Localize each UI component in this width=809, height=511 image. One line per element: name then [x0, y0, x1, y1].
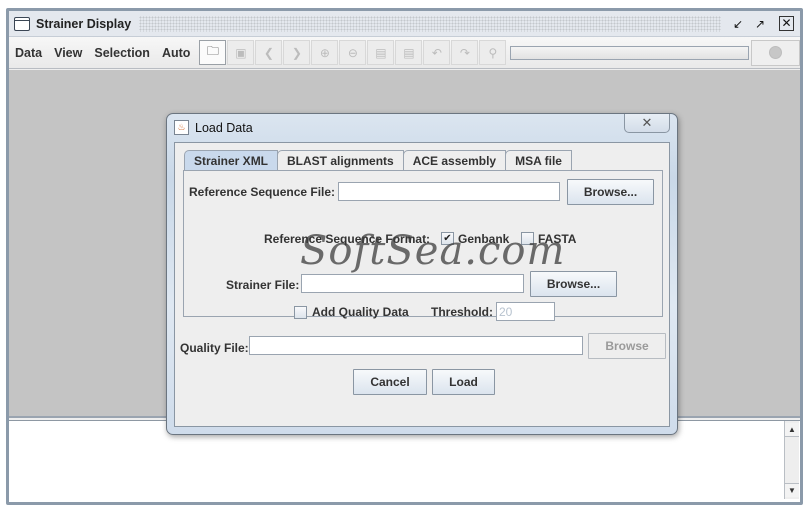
dialog-body: Strainer XML BLAST alignments ACE assemb… [174, 142, 670, 427]
back-icon: ❮ [263, 45, 274, 60]
strainer-browse-button[interactable]: Browse... [530, 271, 617, 297]
add-quality-checkbox[interactable] [294, 306, 307, 319]
zoom-out-icon: ⊖ [347, 45, 358, 60]
tab-strainer-xml[interactable]: Strainer XML [184, 150, 279, 171]
cancel-button[interactable]: Cancel [353, 369, 427, 395]
fasta-label: FASTA [538, 232, 577, 246]
undo-icon: ↶ [431, 45, 442, 60]
binoculars-button[interactable]: ⚲ [479, 40, 507, 65]
document-add-button[interactable]: ▤ [395, 40, 423, 65]
java-icon: ♨ [174, 120, 189, 135]
forward-icon: ❯ [291, 45, 302, 60]
reference-browse-button[interactable]: Browse... [567, 179, 654, 205]
toolbar-buttons: 🗀 ▣ ❮ ❯ ⊕ ⊖ ▤ ▤ ↶ ↷ ⚲ [199, 40, 507, 65]
strainer-file-label: Strainer File: [226, 278, 300, 292]
scroll-up-icon[interactable]: ▲ [785, 423, 799, 437]
binoculars-icon: ⚲ [488, 45, 498, 60]
document-settings-icon: ▤ [375, 45, 387, 60]
tab-ace-assembly[interactable]: ACE assembly [402, 150, 507, 171]
strainer-file-input[interactable] [301, 274, 524, 293]
tab-msa-file[interactable]: MSA file [505, 150, 572, 171]
reference-file-input[interactable] [338, 182, 560, 201]
tab-strip: Strainer XML BLAST alignments ACE assemb… [184, 150, 572, 171]
minimize-icon[interactable]: ↙ [729, 16, 747, 32]
zoom-in-button[interactable]: ⊕ [311, 40, 339, 65]
save-icon: ▣ [235, 45, 247, 60]
quality-file-label: Quality File: [180, 341, 249, 355]
threshold-label: Threshold: [431, 305, 493, 319]
menu-toolbar: Data View Selection Auto 🗀 ▣ ❮ ❯ ⊕ ⊖ ▤ ▤ ↶ ↷ ⚲ [9, 37, 800, 69]
dialog-title-bar[interactable]: ♨ Load Data [174, 120, 253, 135]
forward-button[interactable]: ❯ [283, 40, 311, 65]
save-button[interactable]: ▣ [227, 40, 255, 65]
maximize-icon[interactable]: ↗ [751, 16, 769, 32]
stop-button[interactable] [750, 39, 800, 66]
stop-icon [768, 46, 782, 59]
open-folder-icon: 🗀 [206, 44, 219, 58]
back-button[interactable]: ❮ [255, 40, 283, 65]
quality-file-input[interactable] [249, 336, 583, 355]
window-title: Strainer Display [36, 16, 132, 31]
redo-button[interactable]: ↷ [451, 40, 479, 65]
progress-bar [510, 45, 749, 60]
undo-button[interactable]: ↶ [423, 40, 451, 65]
title-bar[interactable]: Strainer Display ↙ ↗ ✕ [9, 11, 800, 37]
title-bar-grip [139, 15, 721, 32]
dialog-close-button[interactable]: ✕ [624, 114, 670, 133]
open-folder-button[interactable]: 🗀 [199, 40, 227, 65]
load-data-dialog: ♨ Load Data ✕ Strainer XML BLAST alignme… [166, 113, 678, 435]
redo-icon: ↷ [459, 45, 470, 60]
fasta-checkbox[interactable] [521, 232, 534, 245]
window-icon [14, 16, 30, 31]
genbank-label: Genbank [458, 232, 510, 246]
zoom-in-icon: ⊕ [319, 45, 330, 60]
document-add-icon: ▤ [403, 45, 415, 60]
strainer-xml-panel: Reference Sequence File: Browse... Refer… [183, 170, 663, 317]
tab-blast-alignments[interactable]: BLAST alignments [277, 150, 404, 171]
close-icon[interactable]: ✕ [779, 16, 794, 31]
add-quality-label: Add Quality Data [312, 305, 409, 319]
menu-auto[interactable]: Auto [157, 46, 197, 60]
vertical-scrollbar[interactable]: ▲ ▼ [784, 421, 799, 499]
format-label: Reference Sequence Format: [264, 232, 431, 246]
load-button[interactable]: Load [432, 369, 495, 395]
scroll-down-icon[interactable]: ▼ [785, 483, 799, 497]
threshold-input[interactable] [496, 302, 555, 321]
menu-selection[interactable]: Selection [89, 46, 157, 60]
genbank-checkbox[interactable]: ✔ [441, 232, 454, 245]
menu-view[interactable]: View [49, 46, 89, 60]
reference-file-label: Reference Sequence File: [189, 185, 336, 199]
document-settings-button[interactable]: ▤ [367, 40, 395, 65]
dialog-title: Load Data [195, 120, 253, 135]
menu-data[interactable]: Data [9, 46, 49, 60]
quality-browse-button[interactable]: Browse [588, 333, 666, 359]
zoom-out-button[interactable]: ⊖ [339, 40, 367, 65]
